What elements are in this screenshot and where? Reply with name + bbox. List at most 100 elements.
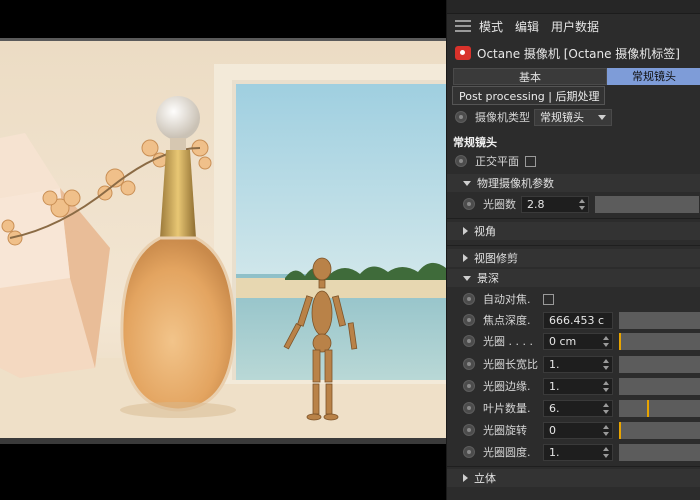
ortho-label: 正交平面	[475, 155, 519, 168]
aperture-edge-value: 1.	[549, 379, 560, 393]
aperture-roundness-value: 1.	[549, 445, 560, 459]
menu-item-mode[interactable]: 模式	[479, 18, 503, 35]
focal-depth-slider[interactable]	[619, 311, 700, 329]
aperture-keyframe-icon[interactable]	[463, 335, 475, 347]
aperture-fstop-field[interactable]: 2.8	[521, 195, 589, 213]
panel-menu-bar: 模式 编辑 用户数据	[447, 15, 700, 37]
aperture-slider[interactable]	[619, 332, 700, 350]
menu-item-edit[interactable]: 编辑	[515, 18, 539, 35]
camera-type-row: 摄像机类型 常规镜头	[447, 107, 700, 127]
view-edit-section-label: 视图修剪	[474, 252, 518, 265]
aperture-aspect-slider[interactable]	[619, 355, 700, 373]
object-title: Octane 摄像机 [Octane 摄像机标签]	[477, 46, 680, 61]
menu-item-user-data[interactable]: 用户数据	[551, 18, 599, 35]
slider-value-marker	[647, 399, 649, 417]
aperture-roundness-slider[interactable]	[619, 443, 700, 461]
dof-section[interactable]: 景深	[447, 269, 700, 287]
blade-count-keyframe-icon[interactable]	[463, 402, 475, 414]
aperture-rotation-value: 0	[549, 423, 556, 437]
aperture-fstop-value: 2.8	[527, 197, 545, 211]
aperture-fstop-label: 光圈数	[483, 198, 516, 211]
dof-section-label: 景深	[477, 272, 499, 285]
aperture-label: 光圈 . . . .	[483, 335, 533, 348]
aperture-field[interactable]: 0 cm	[543, 332, 613, 350]
blade-count-field[interactable]: 6.	[543, 399, 613, 417]
camera-icon	[455, 46, 471, 60]
camera-type-keyframe-icon[interactable]	[455, 111, 467, 123]
aperture-edge-field[interactable]: 1.	[543, 377, 613, 395]
aperture-roundness-label: 光圈圆度.	[483, 446, 531, 459]
view-angle-section[interactable]: 视角	[447, 222, 700, 240]
spinner-arrows-icon[interactable]	[603, 402, 609, 414]
collapse-triangle-icon	[463, 275, 471, 281]
physical-camera-section[interactable]: 物理摄像机参数	[447, 174, 700, 192]
slider-value-marker	[619, 421, 621, 439]
render-viewport[interactable]	[0, 0, 446, 500]
aperture-roundness-keyframe-icon[interactable]	[463, 446, 475, 458]
aperture-fstop-slider[interactable]	[595, 195, 699, 213]
view-angle-section-label: 视角	[474, 225, 496, 238]
render-image	[0, 38, 446, 442]
perfume-scene-illustration	[0, 38, 446, 442]
auto-focus-row: 自动对焦.	[447, 289, 700, 309]
aperture-edge-slider[interactable]	[619, 377, 700, 395]
auto-focus-checkbox[interactable]	[543, 293, 554, 305]
physical-camera-section-label: 物理摄像机参数	[477, 177, 554, 190]
aperture-aspect-keyframe-icon[interactable]	[463, 358, 475, 370]
view-edit-section[interactable]: 视图修剪	[447, 249, 700, 267]
camera-type-label: 摄像机类型	[475, 111, 530, 124]
focal-depth-row: 焦点深度. 666.453 c	[447, 310, 700, 330]
ortho-checkbox[interactable]	[525, 155, 536, 167]
spinner-arrows-icon[interactable]	[603, 335, 609, 347]
aperture-roundness-field[interactable]: 1.	[543, 443, 613, 461]
focal-depth-label: 焦点深度.	[483, 314, 531, 327]
auto-focus-label: 自动对焦.	[483, 293, 531, 306]
spinner-arrows-icon[interactable]	[603, 446, 609, 458]
attributes-panel: 模式 编辑 用户数据 Octane 摄像机 [Octane 摄像机标签] 基本 …	[446, 0, 700, 500]
aperture-rotation-label: 光圈旋转	[483, 424, 527, 437]
blade-count-slider[interactable]	[619, 399, 700, 417]
camera-type-value: 常规镜头	[540, 110, 584, 124]
render-window-border-bottom	[0, 438, 446, 444]
blade-count-label: 叶片数量.	[483, 402, 531, 415]
aperture-edge-label: 光圈边缘.	[483, 380, 531, 393]
tab-regular-lens[interactable]: 常规镜头	[607, 68, 700, 85]
focal-depth-field[interactable]: 666.453 c	[543, 311, 613, 329]
aperture-rotation-keyframe-icon[interactable]	[463, 424, 475, 436]
aperture-rotation-slider[interactable]	[619, 421, 700, 439]
aperture-aspect-row: 光圈长宽比 1.	[447, 354, 700, 374]
aperture-edge-keyframe-icon[interactable]	[463, 380, 475, 392]
render-window-border-top	[0, 38, 446, 41]
aperture-edge-row: 光圈边缘. 1.	[447, 376, 700, 396]
spinner-arrows-icon[interactable]	[603, 424, 609, 436]
aperture-aspect-value: 1.	[549, 357, 560, 371]
tab-basic[interactable]: 基本	[453, 68, 607, 85]
attribute-tabs: 基本 常规镜头	[453, 68, 700, 85]
panel-top-strip	[447, 0, 700, 14]
aperture-fstop-keyframe-icon[interactable]	[463, 198, 475, 210]
tooltip-post-processing[interactable]: Post processing | 后期处理	[452, 86, 605, 105]
auto-focus-keyframe-icon[interactable]	[463, 293, 475, 305]
spinner-arrows-icon[interactable]	[603, 380, 609, 392]
ortho-keyframe-icon[interactable]	[455, 155, 467, 167]
collapse-triangle-icon	[463, 180, 471, 186]
stereo-section[interactable]: 立体	[447, 469, 700, 487]
expand-triangle-icon	[463, 227, 468, 235]
slider-value-marker	[619, 332, 621, 350]
stereo-section-label: 立体	[474, 472, 496, 485]
aperture-roundness-row: 光圈圆度. 1.	[447, 442, 700, 462]
expand-triangle-icon	[463, 254, 468, 262]
spinner-arrows-icon[interactable]	[579, 198, 585, 210]
aperture-value: 0 cm	[549, 334, 577, 348]
ortho-row: 正交平面	[447, 151, 700, 171]
aperture-aspect-label: 光圈长宽比	[483, 358, 538, 371]
hamburger-menu-icon[interactable]	[455, 20, 471, 32]
camera-type-dropdown[interactable]: 常规镜头	[534, 108, 612, 126]
aperture-aspect-field[interactable]: 1.	[543, 355, 613, 373]
chevron-down-icon	[598, 114, 606, 120]
aperture-rotation-row: 光圈旋转 0	[447, 420, 700, 440]
expand-triangle-icon	[463, 474, 468, 482]
aperture-rotation-field[interactable]: 0	[543, 421, 613, 439]
spinner-arrows-icon[interactable]	[603, 358, 609, 370]
focal-depth-keyframe-icon[interactable]	[463, 314, 475, 326]
